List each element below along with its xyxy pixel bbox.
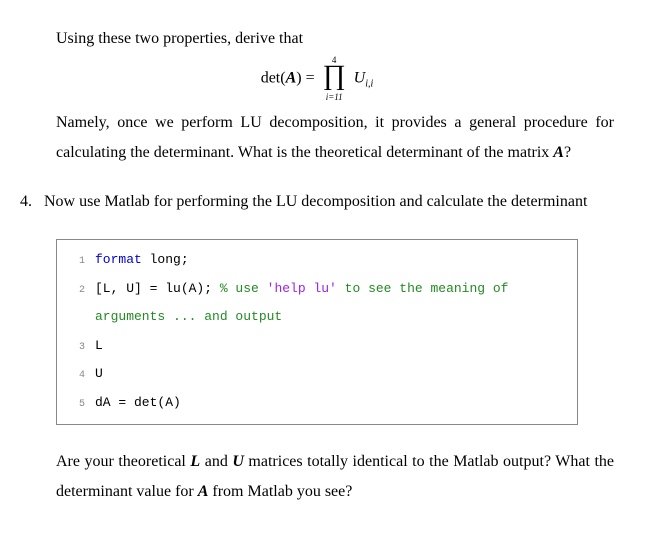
line-number: 2 <box>57 275 95 332</box>
product-operator: 4 ∏ i=11 <box>323 62 346 95</box>
item-4-text: Now use Matlab for performing the LU dec… <box>44 187 614 217</box>
matrix-variable-u: U <box>232 453 244 470</box>
code-text: U <box>95 360 577 389</box>
code-line: 1format long; <box>57 246 577 275</box>
matrix-variable-a-inline: A <box>553 144 564 161</box>
code-token-kw: format <box>95 252 142 267</box>
line-number: 3 <box>57 332 95 361</box>
code-token-com: % use <box>220 281 267 296</box>
code-text: L <box>95 332 577 361</box>
code-line: 3L <box>57 332 577 361</box>
matrix-variable-l: L <box>190 453 200 470</box>
code-token: [L, U] = lu(A); <box>95 281 220 296</box>
problem-item-4: 4. Now use Matlab for performing the LU … <box>20 187 614 217</box>
det-label: det( <box>261 70 286 87</box>
determinant-formula: det(A) = 4 ∏ i=11 Ui,i <box>20 62 614 95</box>
closing-text-d: from Matlab you see? <box>208 483 352 500</box>
line-number: 4 <box>57 360 95 389</box>
matlab-code-block: 1format long;2[L, U] = lu(A); % use 'hel… <box>56 239 578 425</box>
code-line: 4U <box>57 360 577 389</box>
code-token: U <box>95 366 103 381</box>
code-token: L <box>95 338 103 353</box>
close-equals: ) = <box>296 70 318 87</box>
product-upper-bound: 4 <box>323 52 346 69</box>
closing-paragraph: Are your theoretical L and U matrices to… <box>56 447 614 508</box>
item-number: 4. <box>20 187 44 217</box>
product-term-subscript: i,i <box>365 79 373 90</box>
intro-paragraph-2-text-a: Namely, once we perform LU decomposition… <box>56 114 614 161</box>
code-token: long; <box>142 252 189 267</box>
code-token-str: 'help lu' <box>267 281 337 296</box>
code-token: dA = det(A) <box>95 395 181 410</box>
line-number: 1 <box>57 246 95 275</box>
closing-text-a: Are your theoretical <box>56 453 190 470</box>
product-term-variable: U <box>354 70 366 87</box>
intro-paragraph-2: Namely, once we perform LU decomposition… <box>56 108 614 169</box>
matrix-variable-a-closing: A <box>198 483 209 500</box>
intro-paragraph-1: Using these two properties, derive that <box>56 24 614 54</box>
product-lower-bound: i=11 <box>323 89 346 106</box>
intro-paragraph-2-text-b: ? <box>564 144 571 161</box>
code-line: 2[L, U] = lu(A); % use 'help lu' to see … <box>57 275 577 332</box>
code-line: 5dA = det(A) <box>57 389 577 418</box>
code-text: format long; <box>95 246 577 275</box>
line-number: 5 <box>57 389 95 418</box>
closing-text-b: and <box>200 453 232 470</box>
code-text: dA = det(A) <box>95 389 577 418</box>
matrix-variable-a: A <box>286 70 297 87</box>
code-text: [L, U] = lu(A); % use 'help lu' to see t… <box>95 275 577 332</box>
